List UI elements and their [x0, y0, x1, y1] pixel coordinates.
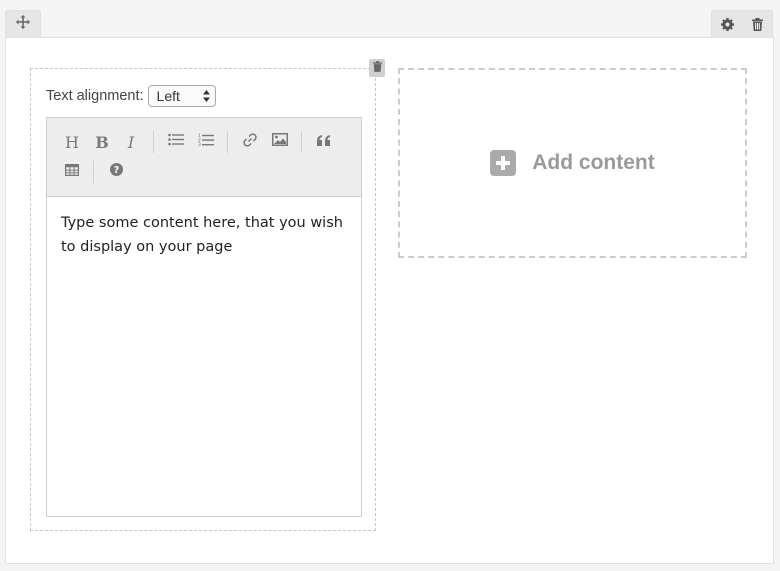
heading-icon: H [65, 132, 79, 152]
markdown-editor: H B I 1 2 3 ? Type some content here, th… [46, 117, 362, 517]
image-icon [272, 133, 288, 151]
move-icon [16, 15, 30, 34]
toolbar-separator [301, 131, 302, 153]
row-toolbar [0, 0, 780, 38]
link-button[interactable] [238, 131, 262, 153]
image-button[interactable] [268, 131, 292, 153]
italic-icon: I [127, 132, 135, 152]
alignment-row: Text alignment: Left [46, 84, 216, 108]
quote-button[interactable] [312, 131, 336, 153]
alignment-label: Text alignment: [46, 88, 144, 104]
table-button[interactable] [60, 161, 84, 183]
plus-square-icon [490, 150, 517, 176]
alignment-select[interactable]: Left [147, 85, 216, 107]
toolbar-separator [93, 161, 94, 183]
numbered-list-icon: 1 2 3 [198, 133, 214, 152]
alignment-value: Left [156, 88, 180, 104]
toolbar-separator [153, 131, 154, 153]
svg-text:3: 3 [198, 142, 201, 147]
bold-button[interactable]: B [90, 131, 114, 153]
italic-button[interactable]: I [119, 131, 143, 153]
help-icon: ? [109, 163, 123, 181]
add-content-dropzone[interactable]: Add content [398, 68, 747, 258]
row-actions [711, 10, 773, 38]
table-icon [65, 163, 80, 181]
svg-text:?: ? [113, 165, 119, 176]
toolbar-separator [227, 131, 228, 153]
select-arrows-icon [202, 90, 210, 102]
bullet-list-icon [168, 133, 184, 151]
link-icon [243, 132, 257, 152]
add-content-label: Add content [532, 151, 655, 174]
editor-toolbar: H B I 1 2 3 ? [47, 118, 361, 197]
trash-icon [372, 59, 382, 77]
bullet-list-button[interactable] [164, 131, 188, 153]
gear-icon[interactable] [721, 18, 734, 31]
quote-icon [317, 133, 331, 151]
add-content-button[interactable]: Add content [490, 150, 655, 176]
move-handle[interactable] [5, 10, 41, 38]
help-button[interactable]: ? [104, 161, 128, 183]
trash-icon[interactable] [752, 18, 763, 31]
bold-icon: B [95, 132, 109, 152]
editor-textarea[interactable]: Type some content here, that you wish to… [47, 197, 361, 273]
heading-button[interactable]: H [60, 131, 84, 153]
numbered-list-button[interactable]: 1 2 3 [194, 131, 218, 153]
block-delete-button[interactable] [369, 59, 385, 77]
